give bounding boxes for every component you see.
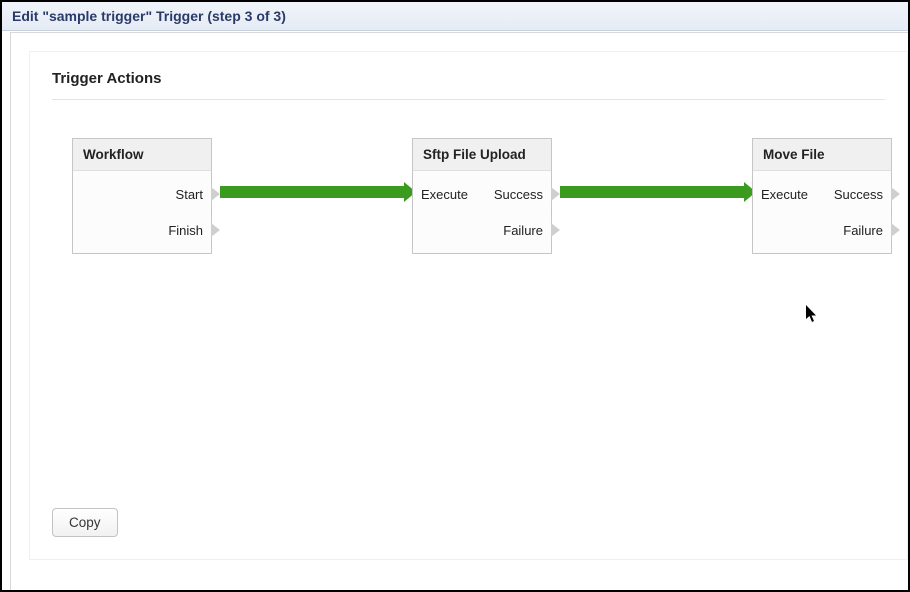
node-workflow-title: Workflow	[73, 139, 211, 171]
chevron-right-icon	[891, 223, 900, 237]
node-sftp-body: Execute Success Failure	[413, 171, 551, 253]
port-execute[interactable]: Execute	[421, 187, 468, 202]
workflow-canvas[interactable]: Workflow Start Finish	[52, 128, 885, 458]
port-failure[interactable]: Failure	[503, 223, 543, 238]
node-sftp-upload[interactable]: Sftp File Upload Execute Success Failure	[412, 138, 552, 254]
port-start[interactable]: Start	[176, 187, 203, 202]
page-panel: Trigger Actions Workflow Start Finish	[10, 32, 908, 590]
port-finish[interactable]: Finish	[168, 223, 203, 238]
node-workflow[interactable]: Workflow Start Finish	[72, 138, 212, 254]
connector-start-to-sftp[interactable]	[220, 186, 406, 198]
chevron-right-icon	[551, 187, 560, 201]
node-move-file[interactable]: Move File Execute Success Failure	[752, 138, 892, 254]
port-success[interactable]: Success	[494, 187, 543, 202]
chevron-right-icon	[891, 187, 900, 201]
port-execute[interactable]: Execute	[761, 187, 808, 202]
connector-sftp-to-move[interactable]	[560, 186, 746, 198]
port-failure[interactable]: Failure	[843, 223, 883, 238]
node-move-title: Move File	[753, 139, 891, 171]
copy-button[interactable]: Copy	[52, 508, 118, 537]
page-title: Edit "sample trigger" Trigger (step 3 of…	[2, 2, 908, 31]
node-move-body: Execute Success Failure	[753, 171, 891, 253]
chevron-right-icon	[211, 187, 220, 201]
chevron-right-icon	[551, 223, 560, 237]
chevron-right-icon	[211, 223, 220, 237]
section-heading: Trigger Actions	[52, 70, 885, 100]
port-success[interactable]: Success	[834, 187, 883, 202]
trigger-actions-panel: Trigger Actions Workflow Start Finish	[29, 51, 908, 560]
node-workflow-body: Start Finish	[73, 171, 211, 253]
node-sftp-title: Sftp File Upload	[413, 139, 551, 171]
